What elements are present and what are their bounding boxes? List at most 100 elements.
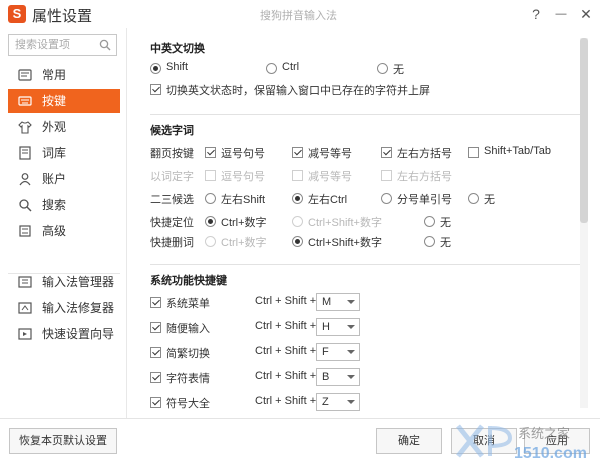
sidebar-item-label: 账户	[42, 172, 67, 186]
ok-button[interactable]: 确定	[376, 428, 442, 454]
repair-icon	[18, 302, 32, 314]
sidebar-tool-label: 输入法修复器	[42, 301, 115, 315]
sidebar-item-account[interactable]: 账户	[8, 167, 120, 191]
word-key-comma-period[interactable]	[205, 170, 216, 181]
sidebar-item-label: 常用	[42, 68, 67, 82]
shirt-icon	[18, 121, 32, 134]
radio-quick-delete-ctrl-shift[interactable]	[292, 236, 303, 247]
help-button[interactable]: ?	[526, 4, 546, 24]
search-input[interactable]	[9, 35, 95, 55]
search-box[interactable]	[8, 34, 117, 56]
shortcut-key-select[interactable]: M	[316, 293, 360, 311]
sidebar-item-lexicon[interactable]: 词库	[8, 141, 120, 165]
commit-checkbox[interactable]	[150, 84, 161, 95]
radio-quick-locate-ctrl-shift[interactable]	[292, 216, 303, 227]
checkbox-label: 左右方括号	[397, 148, 452, 160]
radio-label: 分号单引号	[397, 194, 452, 206]
radio-second-third-ctrl[interactable]	[292, 193, 303, 204]
checkbox-label: 减号等号	[308, 171, 352, 183]
shortcut-key-select[interactable]: B	[316, 368, 360, 386]
close-button[interactable]: ✕	[576, 4, 596, 24]
svg-text:1510.com: 1510.com	[514, 445, 587, 462]
shortcut-key-value: M	[322, 296, 332, 308]
page-key-comma-period[interactable]	[205, 147, 216, 158]
page-key-brackets[interactable]	[381, 147, 392, 158]
sidebar-item-common[interactable]: 常用	[8, 63, 120, 87]
second-third-label: 二三候选	[150, 194, 194, 206]
shortcut-key-value: F	[322, 346, 329, 358]
shortcut-key-select[interactable]: Z	[316, 393, 360, 411]
checkbox-label: 逗号句号	[221, 171, 265, 183]
sidebar-tool-label: 输入法管理器	[42, 275, 115, 289]
section-title-cn-en: 中英文切换	[150, 43, 205, 55]
sidebar-item-label: 搜索	[42, 198, 67, 212]
search-icon	[19, 199, 32, 212]
sidebar-tool-label: 快速设置向导	[42, 327, 115, 341]
chevron-down-icon	[347, 300, 355, 304]
radio-second-third-shift[interactable]	[205, 193, 216, 204]
shortcut-checkbox[interactable]	[150, 372, 161, 383]
chevron-down-icon	[347, 350, 355, 354]
section-title-candidate: 候选字词	[150, 125, 194, 137]
window-subtitle: 搜狗拼音输入法	[260, 10, 337, 22]
restore-defaults-button[interactable]: 恢复本页默认设置	[9, 428, 117, 454]
scrollbar-thumb[interactable]	[580, 38, 588, 223]
page-key-shift-tab[interactable]	[468, 147, 479, 158]
chevron-down-icon	[347, 375, 355, 379]
radio-cn-en-ctrl[interactable]	[266, 63, 277, 74]
manager-icon	[18, 276, 32, 288]
shortcut-checkbox[interactable]	[150, 397, 161, 408]
radio-second-third-semicolon[interactable]	[381, 193, 392, 204]
sidebar: 常用 按键 外观 词库 账户 搜索 高级 输入法管理器 输入法修复器 快速设置向…	[0, 28, 127, 462]
shortcut-prefix: Ctrl + Shift +	[255, 295, 317, 307]
quick-locate-label: 快捷定位	[150, 217, 194, 229]
sidebar-item-keys[interactable]: 按键	[8, 89, 120, 113]
sidebar-item-label: 按键	[42, 94, 67, 108]
gear-icon	[18, 69, 32, 81]
site-watermark: 系统之家 1510.com	[456, 424, 587, 462]
checkbox-label: Shift+Tab/Tab	[484, 145, 551, 157]
advanced-icon	[19, 225, 31, 237]
radio-quick-delete-none[interactable]	[424, 236, 435, 247]
svg-text:系统之家: 系统之家	[518, 426, 570, 441]
window-title: 属性设置	[32, 8, 93, 25]
sidebar-tool-repair[interactable]: 输入法修复器	[8, 296, 120, 320]
search-icon[interactable]	[99, 39, 111, 51]
settings-content: 中英文切换 Shift Ctrl 无 切换英文状态时，保留输入窗口中已存在的字符…	[128, 28, 600, 418]
shortcut-checkbox[interactable]	[150, 322, 161, 333]
shortcut-checkbox[interactable]	[150, 347, 161, 358]
radio-second-third-none[interactable]	[468, 193, 479, 204]
sidebar-item-advanced[interactable]: 高级	[8, 219, 120, 243]
sidebar-item-search[interactable]: 搜索	[8, 193, 120, 217]
user-icon	[19, 173, 31, 186]
word-key-brackets[interactable]	[381, 170, 392, 181]
shortcut-key-value: Z	[322, 396, 329, 408]
sidebar-tool-wizard[interactable]: 快速设置向导	[8, 322, 120, 346]
radio-quick-locate-none[interactable]	[424, 216, 435, 227]
radio-quick-locate-ctrl[interactable]	[205, 216, 216, 227]
shortcut-key-select[interactable]: F	[316, 343, 360, 361]
sidebar-item-appearance[interactable]: 外观	[8, 115, 120, 139]
minimize-button[interactable]: —	[551, 4, 571, 24]
shortcut-key-select[interactable]: H	[316, 318, 360, 336]
radio-label: 左右Ctrl	[308, 194, 348, 206]
wizard-icon	[18, 328, 32, 340]
radio-cn-en-none[interactable]	[377, 63, 388, 74]
radio-quick-delete-ctrl[interactable]	[205, 236, 216, 247]
title-bar: S 属性设置 搜狗拼音输入法 ? — ✕	[0, 0, 600, 28]
radio-label: 无	[484, 194, 495, 206]
sidebar-tool-manager[interactable]: 输入法管理器	[8, 270, 120, 294]
scrollbar[interactable]	[580, 38, 588, 408]
radio-label: Ctrl+数字	[221, 217, 267, 229]
shortcut-key-value: H	[322, 321, 330, 333]
page-key-minus-equal[interactable]	[292, 147, 303, 158]
shortcut-checkbox[interactable]	[150, 297, 161, 308]
radio-cn-en-shift[interactable]	[150, 63, 161, 74]
book-icon	[19, 146, 31, 160]
shortcut-label: 字符表情	[166, 373, 210, 385]
section-divider	[150, 114, 580, 115]
word-key-minus-equal[interactable]	[292, 170, 303, 181]
shortcut-prefix: Ctrl + Shift +	[255, 345, 317, 357]
keyboard-icon	[18, 96, 32, 106]
radio-label: 无	[440, 217, 451, 229]
